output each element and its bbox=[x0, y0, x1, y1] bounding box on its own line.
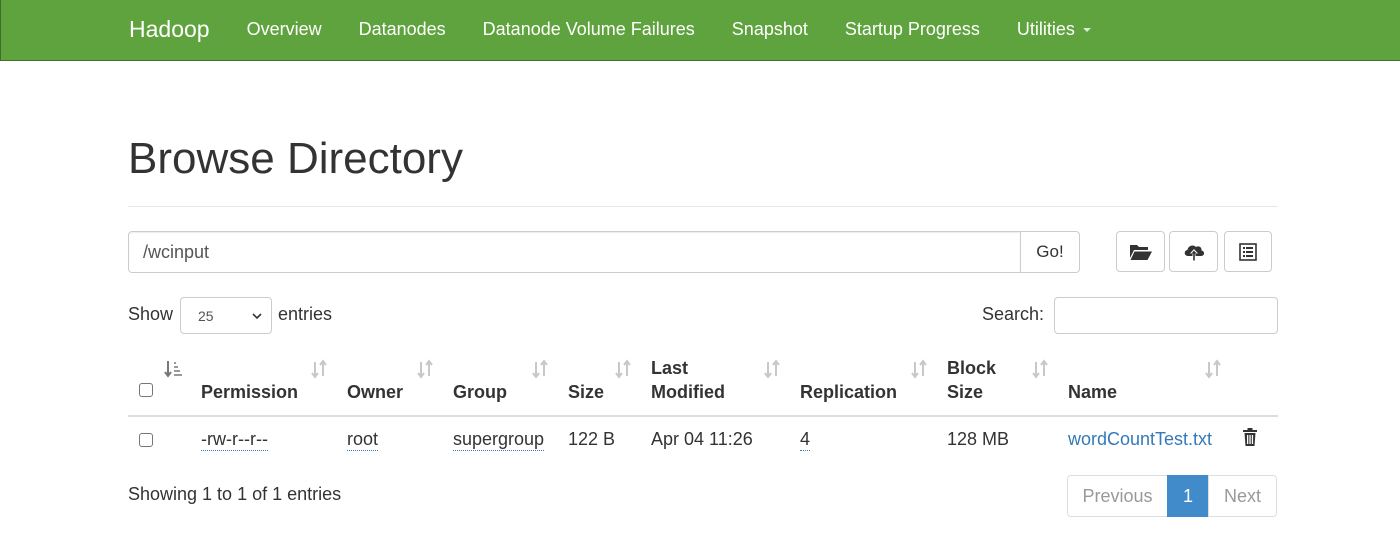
cut-paste-button[interactable] bbox=[1224, 231, 1272, 272]
sort-both-icon[interactable] bbox=[910, 359, 928, 379]
chevron-down-icon bbox=[252, 313, 262, 320]
column-header-permission[interactable]: Permission bbox=[201, 380, 298, 404]
column-header-group[interactable]: Group bbox=[453, 380, 507, 404]
sort-both-icon[interactable] bbox=[1204, 359, 1222, 379]
cell-group[interactable]: supergroup bbox=[453, 428, 545, 451]
select-all-checkbox[interactable] bbox=[139, 383, 153, 397]
nav-overview[interactable]: Overview bbox=[247, 19, 322, 40]
cell-last-modified: Apr 04 11:26 bbox=[651, 429, 753, 449]
top-navbar: Hadoop Overview Datanodes Datanode Volum… bbox=[0, 0, 1400, 61]
go-button[interactable]: Go! bbox=[1020, 231, 1080, 273]
entries-label: entries bbox=[278, 304, 333, 324]
nav-utilities-dropdown[interactable]: Utilities bbox=[1017, 19, 1091, 40]
pagination-next[interactable]: Next bbox=[1208, 475, 1277, 517]
cell-replication[interactable]: 4 bbox=[800, 428, 811, 451]
folder-open-icon bbox=[1129, 244, 1152, 260]
file-name-link[interactable]: wordCountTest.txt bbox=[1068, 428, 1212, 450]
list-icon bbox=[1239, 242, 1257, 261]
header-divider bbox=[128, 206, 1278, 207]
page-size-select[interactable]: 25 bbox=[180, 297, 272, 334]
nav-utilities-label: Utilities bbox=[1016, 18, 1075, 39]
caret-down-icon bbox=[1082, 28, 1091, 32]
search-input[interactable] bbox=[1054, 297, 1278, 334]
sort-ascending-icon[interactable] bbox=[163, 359, 183, 379]
page-size-value: 25 bbox=[198, 307, 214, 324]
table-header-divider bbox=[128, 415, 1278, 417]
search-label: Search: bbox=[982, 304, 1045, 324]
nav-datanode-volume-failures[interactable]: Datanode Volume Failures bbox=[483, 19, 695, 40]
cloud-upload-icon bbox=[1184, 244, 1204, 261]
cell-size: 122 B bbox=[568, 429, 616, 449]
navbar-items: Hadoop Overview Datanodes Datanode Volum… bbox=[129, 0, 1128, 58]
sort-both-icon[interactable] bbox=[614, 359, 632, 379]
column-header-owner[interactable]: Owner bbox=[347, 380, 403, 404]
nav-snapshot[interactable]: Snapshot bbox=[732, 19, 808, 40]
show-label: Show bbox=[128, 304, 174, 324]
sort-both-icon[interactable] bbox=[416, 359, 434, 379]
sort-both-icon[interactable] bbox=[310, 359, 328, 379]
page-title: Browse Directory bbox=[128, 134, 463, 183]
table-info: Showing 1 to 1 of 1 entries bbox=[128, 484, 342, 504]
row-checkbox[interactable] bbox=[139, 433, 153, 447]
sort-both-icon[interactable] bbox=[1031, 359, 1049, 379]
column-header-block-size[interactable]: Block Size bbox=[947, 356, 1007, 404]
nav-datanodes[interactable]: Datanodes bbox=[359, 19, 446, 40]
column-header-size[interactable]: Size bbox=[568, 380, 604, 404]
upload-button[interactable] bbox=[1169, 231, 1218, 272]
column-header-replication[interactable]: Replication bbox=[800, 380, 897, 404]
pagination-page-1[interactable]: 1 bbox=[1167, 475, 1209, 517]
cell-block-size: 128 MB bbox=[947, 429, 1010, 449]
create-directory-button[interactable] bbox=[1116, 231, 1165, 272]
cell-owner[interactable]: root bbox=[347, 428, 379, 451]
sort-both-icon[interactable] bbox=[763, 359, 781, 379]
pagination: Previous 1 Next bbox=[1067, 475, 1277, 517]
sort-both-icon[interactable] bbox=[531, 359, 549, 379]
brand-logo[interactable]: Hadoop bbox=[129, 16, 210, 43]
trash-icon[interactable] bbox=[1242, 428, 1258, 447]
column-header-last-modified[interactable]: Last Modified bbox=[651, 356, 741, 404]
pagination-previous[interactable]: Previous bbox=[1067, 475, 1168, 517]
cell-permission[interactable]: -rw-r--r-- bbox=[201, 428, 268, 451]
column-header-name[interactable]: Name bbox=[1068, 380, 1117, 404]
nav-startup-progress[interactable]: Startup Progress bbox=[845, 19, 980, 40]
directory-path-input[interactable] bbox=[128, 231, 1021, 273]
